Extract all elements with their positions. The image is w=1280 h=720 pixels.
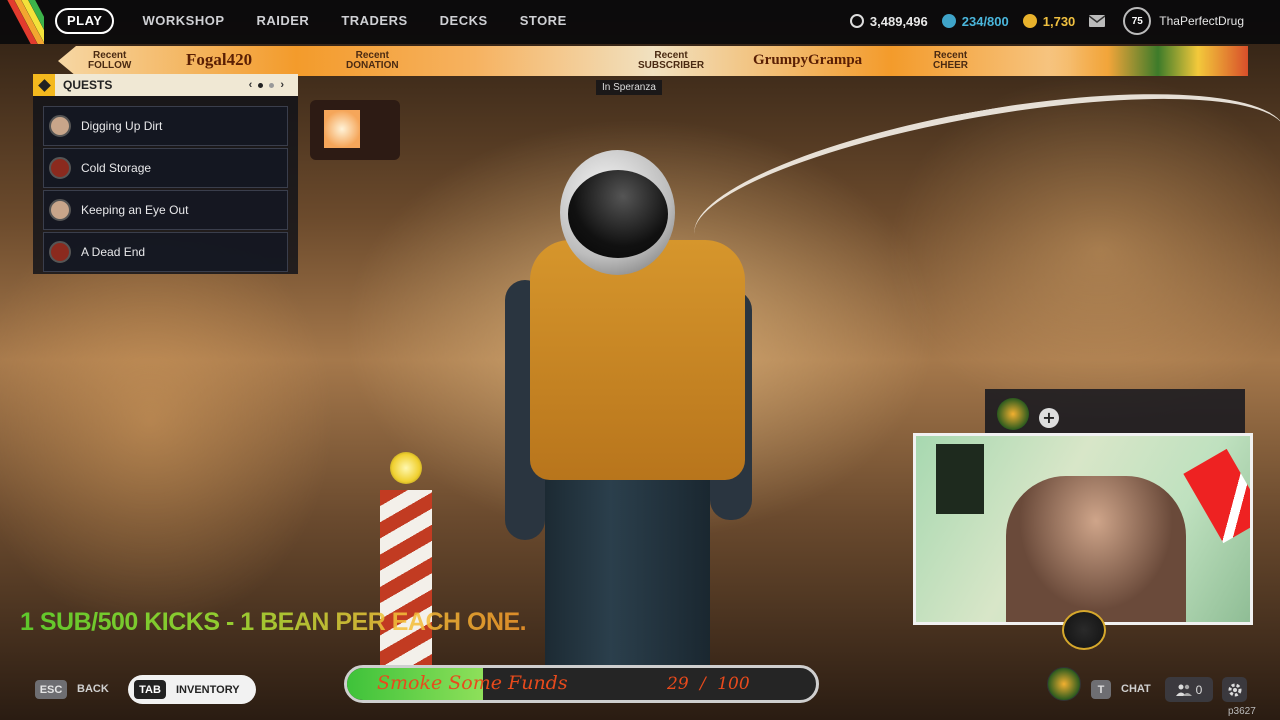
rainbow-stripe-logo — [0, 0, 44, 44]
credits-balance: 1,730 — [1022, 13, 1076, 29]
character-jacket — [530, 240, 745, 480]
recent-donation-label: Recent DONATION — [346, 51, 399, 71]
friends-count: 0 — [1195, 682, 1203, 697]
fund-progress-bar: Smoke Some Funds 29 / 100 — [344, 665, 819, 703]
tokens-balance: 234/800 — [941, 13, 1009, 29]
back-label[interactable]: BACK — [77, 683, 109, 695]
quest-item[interactable]: Digging Up Dirt — [43, 106, 288, 146]
chat-label[interactable]: CHAT — [1121, 683, 1151, 695]
t-key-hint[interactable]: T — [1091, 680, 1111, 699]
quests-title: QUESTS — [63, 78, 113, 92]
recent-follow-bottom: FOLLOW — [88, 60, 132, 71]
inventory-label: INVENTORY — [176, 683, 240, 696]
page-dot-1[interactable] — [258, 82, 264, 88]
recent-follow-label: Recent FOLLOW — [88, 51, 131, 71]
page-dot-2[interactable] — [269, 82, 275, 88]
recent-subscriber-name: GrumpyGrampa — [753, 52, 863, 68]
lion-logo-icon — [1062, 610, 1106, 650]
coins-balance: 3,489,496 — [849, 13, 928, 29]
recent-donation-bottom: DONATION — [346, 60, 399, 71]
chevron-left-icon[interactable]: ‹ — [249, 79, 253, 91]
quests-header: QUESTS ‹ › — [33, 74, 298, 96]
recent-subscriber-label: Recent SUBSCRIBER — [638, 51, 704, 71]
location-tag: In Speranza — [596, 80, 662, 95]
recent-cheer-bottom: CHEER — [933, 60, 969, 71]
promo-banner: 1 SUB/500 KICKS - 1 BEAN PER EACH ONE. — [20, 608, 527, 636]
quests-panel: QUESTS ‹ › Digging Up Dirt Cold Storage … — [33, 74, 298, 274]
quest-giver-avatar — [49, 157, 71, 179]
inventory-button[interactable]: TAB INVENTORY — [128, 675, 256, 704]
quest-item[interactable]: A Dead End — [43, 232, 288, 272]
warning-light — [310, 100, 400, 160]
fund-goal: 100 — [717, 674, 750, 694]
nav-play[interactable]: PLAY — [55, 8, 115, 34]
tab-key-hint: TAB — [134, 680, 166, 699]
coin-icon — [849, 14, 864, 28]
friends-button[interactable]: 0 — [1165, 677, 1213, 702]
envelope-icon — [1089, 15, 1106, 27]
ceiling-light-arc — [681, 59, 1280, 307]
streamer-figure — [1006, 476, 1186, 622]
nav-raider[interactable]: RAIDER — [256, 8, 309, 34]
build-id: p3627 — [1228, 706, 1256, 717]
quest-list: Digging Up Dirt Cold Storage Keeping an … — [33, 96, 298, 272]
currency-bar: 3,489,496 234/800 1,730 75 ThaPerfectDru… — [836, 7, 1244, 35]
player-level-badge: 75 — [1123, 7, 1152, 35]
top-navigation-bar: PLAY WORKSHOP RAIDER TRADERS DECKS STORE… — [0, 0, 1280, 44]
character-legs — [545, 470, 710, 670]
fund-separator: / — [700, 674, 706, 694]
webcam-feed — [913, 433, 1253, 625]
fund-count: 29 / 100 — [667, 674, 750, 694]
nav-decks[interactable]: DECKS — [440, 8, 488, 34]
quest-giver-avatar — [49, 241, 71, 263]
quest-label: A Dead End — [81, 245, 146, 259]
quest-giver-avatar — [49, 115, 71, 137]
mail-button[interactable] — [1089, 15, 1106, 27]
users-icon — [1175, 684, 1192, 696]
nav-traders[interactable]: TRADERS — [341, 8, 407, 34]
settings-button[interactable] — [1222, 677, 1247, 702]
gear-icon — [1228, 683, 1241, 696]
striped-barrier-post — [380, 490, 432, 670]
recent-cheer-label: Recent CHEER — [933, 51, 968, 71]
quest-item[interactable]: Keeping an Eye Out — [43, 190, 288, 230]
fund-name: Smoke Some Funds — [377, 672, 568, 694]
token-icon — [941, 14, 956, 28]
credit-icon — [1022, 14, 1037, 28]
esc-key-hint[interactable]: ESC — [35, 680, 67, 699]
add-party-button[interactable]: + — [1039, 408, 1059, 428]
yellow-lamp — [390, 452, 422, 484]
recent-follow-name: Fogal420 — [186, 50, 253, 69]
chevron-right-icon[interactable]: › — [280, 79, 284, 91]
quest-giver-avatar — [49, 199, 71, 221]
wall-poster — [936, 444, 984, 514]
credits-value: 1,730 — [1042, 13, 1076, 29]
quest-label: Keeping an Eye Out — [81, 203, 189, 217]
stream-events-ticker: Recent FOLLOW Fogal420 Recent DONATION R… — [58, 46, 1248, 76]
quest-item[interactable]: Cold Storage — [43, 148, 288, 188]
coins-value: 3,489,496 — [869, 13, 928, 29]
quest-label: Cold Storage — [81, 161, 152, 175]
recent-subscriber-bottom: SUBSCRIBER — [638, 60, 705, 71]
main-menu: PLAY WORKSHOP RAIDER TRADERS DECKS STORE — [55, 8, 599, 34]
ticker-artwork — [1048, 46, 1248, 76]
nav-workshop[interactable]: WORKSHOP — [142, 8, 224, 34]
fund-current: 29 — [667, 674, 689, 694]
crown-emblem-icon — [1047, 667, 1081, 701]
crown-badge-icon — [997, 398, 1029, 430]
quest-diamond-icon — [33, 74, 55, 96]
quest-label: Digging Up Dirt — [81, 119, 163, 133]
player-username[interactable]: ThaPerfectDrug — [1159, 14, 1244, 28]
quests-pager: ‹ › — [249, 79, 284, 91]
tokens-value: 234/800 — [961, 13, 1009, 29]
microphone-arm — [1183, 448, 1250, 544]
nav-store[interactable]: STORE — [520, 8, 567, 34]
character-visor — [568, 170, 668, 258]
